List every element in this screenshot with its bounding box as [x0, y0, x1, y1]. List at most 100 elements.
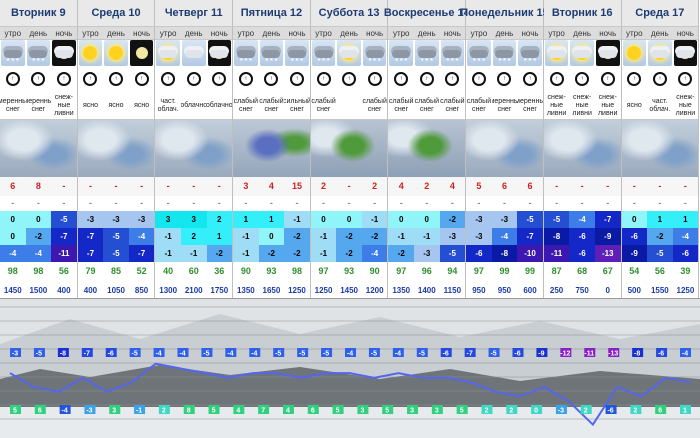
day-column: Среда 10 утро день ночь ↑ ↑ ↑ ясно ясно ясно - - - - -…	[77, 0, 156, 298]
svg-text:-5: -5	[323, 351, 329, 358]
wind-row: ↑ ↑ ↑	[466, 66, 543, 92]
temperature-3-value: -5	[647, 245, 673, 262]
precipitation-map[interactable]	[233, 119, 310, 177]
upper-temp-label: -3	[10, 348, 21, 358]
day-title[interactable]: Вторник 9	[0, 0, 77, 27]
lower-temp-label: -6	[605, 405, 617, 415]
svg-text:-4: -4	[227, 351, 233, 358]
time-of-day-label: день	[107, 29, 125, 38]
time-of-day-label: день	[495, 29, 514, 38]
lower-temp-label: 8	[183, 405, 195, 415]
temperature-1-value: -3	[491, 211, 518, 228]
temperature-3-row: -11 -6 -13	[543, 245, 621, 262]
weather-description: слабый снег	[233, 97, 259, 113]
wind-icon: ↑	[419, 72, 434, 86]
temperature-2-value: -2	[361, 228, 388, 245]
svg-text:-8: -8	[634, 351, 640, 358]
day-title[interactable]: Среда 10	[77, 0, 155, 27]
humidity-value: 56	[654, 266, 665, 276]
description-row: умеренный снегумеренный снегснеж- ные ли…	[0, 92, 77, 119]
temperature-2-value: -1	[233, 228, 259, 245]
precipitation-map[interactable]	[77, 119, 155, 177]
extra-row: ---	[77, 196, 155, 211]
lower-temp-label: 4	[282, 405, 294, 415]
day-column: Вторник 16 утро день ночь ↑ ↑ ↑ снеж- ные ливни…	[543, 0, 622, 298]
day-column: Понедельник 15 утро день ночь * * * * * * * * …	[460, 0, 549, 298]
wind-row: ↑ ↑ ↑	[78, 66, 155, 92]
weather-description: ясно	[82, 101, 98, 109]
humidity-value: 90	[240, 266, 251, 276]
humidity-value: 96	[421, 266, 432, 276]
wind-icon: ↑	[212, 72, 227, 86]
time-of-day-row: утро день ночь	[388, 27, 466, 40]
moon-icon	[129, 40, 154, 66]
sun-cloud-icon	[570, 40, 594, 66]
temperature-1-row: 332	[155, 211, 233, 228]
temperature-1-value: -5	[543, 211, 570, 228]
lower-temp-label: 2	[630, 405, 642, 415]
humidity-value: 99	[499, 266, 510, 276]
svg-text:-6: -6	[108, 351, 114, 358]
extra-row: ---	[466, 196, 543, 211]
svg-text:-7: -7	[84, 351, 90, 358]
wind-icon: ↑	[31, 72, 46, 86]
weather-icons-row	[155, 40, 232, 66]
temperature-2-value: -1	[414, 228, 440, 245]
weather-icons-row: * * * * * * * * *	[233, 40, 310, 66]
day-title[interactable]: Четверг 11	[155, 0, 233, 27]
upper-temp-label: -4	[392, 348, 404, 358]
svg-text:-6: -6	[607, 408, 613, 415]
cloud-snow-icon: * * *	[467, 40, 491, 66]
svg-text:-6: -6	[658, 351, 664, 358]
wind-icon: ↑	[600, 72, 615, 86]
svg-text:-11: -11	[584, 351, 594, 358]
day-title[interactable]: Вторник 16	[543, 0, 621, 27]
day-title[interactable]: Понедельник 15	[460, 0, 549, 27]
upper-temp-label: -6	[512, 348, 524, 358]
time-of-day-label: день	[650, 29, 669, 38]
humidity-value: 93	[344, 266, 355, 276]
upper-temp-label: -5	[297, 348, 309, 358]
precipitation-map[interactable]	[621, 119, 699, 177]
temperature-3-value: -1	[155, 245, 181, 262]
temperature-2-value: -4	[672, 228, 699, 245]
precipitation-map[interactable]	[466, 119, 543, 177]
day-title[interactable]: Суббота 13	[310, 0, 388, 27]
precipitation-map[interactable]	[543, 119, 621, 177]
precipitation-map[interactable]	[388, 119, 466, 177]
temperature-2-value: -8	[543, 228, 570, 245]
weather-description: умеренный снег	[0, 97, 26, 113]
precipitation-map[interactable]	[0, 119, 77, 177]
svg-text:-5: -5	[203, 351, 209, 358]
humidity-value: 40	[163, 266, 174, 276]
weather-icons-row: * * * * * *	[0, 40, 77, 66]
weather-description: слабый снег	[259, 97, 284, 113]
humidity-row: 90 93 98	[233, 262, 310, 281]
temperature-2-value: -9	[594, 228, 621, 245]
day-title[interactable]: Воскресенье 14	[384, 0, 470, 27]
time-of-day-row: утро день ночь	[155, 27, 233, 40]
svg-text:-5: -5	[275, 351, 281, 358]
svg-text:2: 2	[633, 408, 637, 415]
day-title[interactable]: Среда 17	[621, 0, 699, 27]
svg-text:3: 3	[112, 408, 116, 415]
lower-temp-label: 5	[208, 405, 220, 415]
description-row: слабый снегумеренный снегумеренный снег	[466, 92, 543, 119]
temperature-3-value: -2	[206, 245, 233, 262]
upper-temp-label: -8	[57, 348, 69, 358]
temperature-3-value: -11	[51, 245, 77, 262]
day-column: Вторник 9 утро день ночь * * ** * * ↑ ↑ ↑ умерен…	[0, 0, 78, 298]
temperature-1-value: -1	[361, 211, 388, 228]
weather-icons-row	[78, 40, 155, 66]
upper-temp-label: -4	[177, 348, 189, 358]
time-of-day-label: день	[417, 29, 436, 38]
temperature-1-value: 0	[336, 211, 362, 228]
precipitation-map[interactable]	[155, 119, 233, 177]
precipitation-map[interactable]	[310, 119, 388, 177]
svg-text:6: 6	[311, 408, 315, 415]
temperature-3-value: -6	[672, 245, 699, 262]
temperature-1-value: 0	[621, 211, 648, 228]
wind-icon: ↑	[575, 72, 590, 86]
day-title[interactable]: Пятница 12	[233, 0, 310, 27]
weather-description: част. облач.	[649, 97, 671, 113]
